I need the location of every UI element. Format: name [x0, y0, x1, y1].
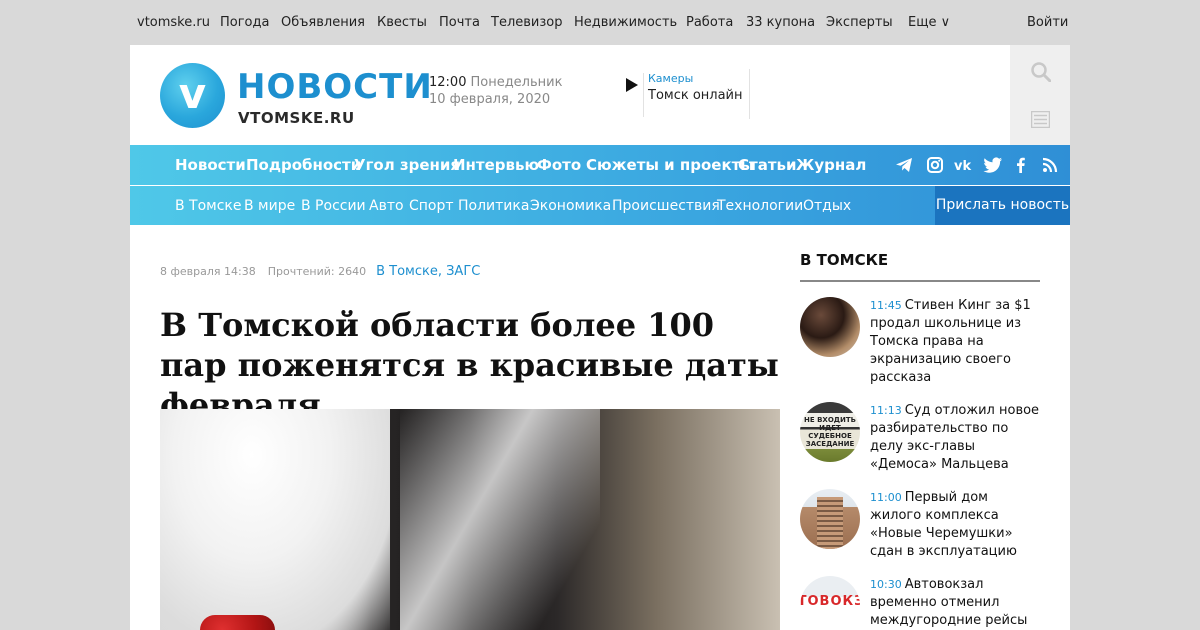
thumbnail-sign-text: НЕ ВХОДИТЬ ИДЕТ СУДЕБНОЕ ЗАСЕДАНИЕ [804, 416, 856, 448]
topbar-more-menu[interactable]: Еще ∨ [908, 15, 950, 30]
nav-item-photo[interactable]: Фото [537, 156, 581, 174]
news-thumbnail[interactable] [800, 297, 860, 357]
header-tools [1010, 45, 1070, 145]
svg-text:vk: vk [954, 159, 971, 174]
news-text[interactable]: 11:45 Стивен Кинг за $1 продал школьнице … [870, 297, 1042, 387]
cameras-label[interactable]: Камеры [648, 72, 693, 85]
news-time: 10:30 [870, 578, 902, 591]
subnav-item-leisure[interactable]: Отдых [803, 198, 851, 214]
vk-icon[interactable]: vk [953, 156, 975, 174]
current-time: 12:00 Понедельник [429, 75, 562, 90]
sub-nav: В Томске В мире В России Авто Спорт Поли… [130, 186, 1070, 225]
topbar-link-vtomske[interactable]: vtomske.ru [137, 15, 210, 30]
rss-icon[interactable] [1041, 156, 1059, 174]
topbar-link-mail[interactable]: Почта [439, 15, 480, 30]
topbar-link-ads[interactable]: Объявления [281, 15, 365, 30]
topbar-link-realty[interactable]: Недвижимость [574, 15, 677, 30]
cameras-link[interactable]: Томск онлайн [648, 88, 743, 103]
top-utility-bar: vtomske.ru Погода Объявления Квесты Почт… [0, 0, 1200, 45]
nav-item-magazine[interactable]: Журнал [796, 156, 866, 174]
nav-item-interview[interactable]: Интервью [453, 156, 539, 174]
news-thumbnail[interactable] [800, 489, 860, 549]
login-link[interactable]: Войти [1027, 15, 1068, 30]
article-hero-image [160, 409, 780, 630]
news-text[interactable]: 10:30 Автовокзал временно отменил междуго… [870, 576, 1042, 630]
instagram-icon[interactable] [926, 156, 944, 174]
topbar-link-jobs[interactable]: Работа [686, 15, 733, 30]
image-flowers [200, 615, 275, 630]
image-dress [160, 409, 390, 630]
nav-item-details[interactable]: Подробности [246, 156, 361, 174]
current-date: 10 февраля, 2020 [429, 92, 551, 107]
subnav-item-tech[interactable]: Технологии [717, 198, 803, 214]
telegram-icon[interactable] [895, 156, 913, 174]
main-nav: Новости Подробности Угол зрения Интервью… [130, 145, 1070, 185]
nav-item-news[interactable]: Новости [175, 156, 246, 174]
divider [643, 73, 644, 117]
article-title: В Томской области более 100 пар поженятс… [160, 306, 779, 424]
logo-subtitle: VTOMSKE.RU [238, 109, 355, 127]
sidebar-title[interactable]: В ТОМСКЕ [800, 251, 888, 269]
news-time: 11:13 [870, 404, 902, 417]
news-text[interactable]: 11:00 Первый дом жилого комплекса «Новые … [870, 489, 1042, 561]
search-icon[interactable] [1031, 62, 1051, 82]
logo-title[interactable]: НОВОСТИ [237, 67, 433, 107]
topbar-link-coupons[interactable]: 33 купона [746, 15, 815, 30]
send-news-button[interactable]: Прислать новость [935, 186, 1070, 225]
article-meta: 8 февраля 14:38 Прочтений: 2640 В Томске, … [160, 264, 480, 279]
topbar-link-experts[interactable]: Эксперты [826, 15, 893, 30]
nav-item-point-of-view[interactable]: Угол зрения [354, 156, 460, 174]
topbar-link-tv[interactable]: Телевизор [491, 15, 562, 30]
sidebar-divider [800, 280, 1040, 282]
divider [749, 69, 750, 119]
news-thumbnail[interactable]: ТОВОКЗ [800, 576, 860, 630]
logo-icon[interactable]: v [160, 63, 225, 128]
subnav-item-world[interactable]: В мире [244, 198, 295, 214]
article-reads: Прочтений: 2640 [267, 265, 367, 278]
time-value: 12:00 [429, 75, 467, 90]
article-date: 8 февраля 14:38 [160, 265, 256, 278]
logo-letter: v [178, 69, 207, 118]
nav-item-stories[interactable]: Сюжеты и проекты [586, 156, 754, 174]
subnav-item-politics[interactable]: Политика [458, 198, 529, 214]
subnav-item-auto[interactable]: Авто [369, 198, 404, 214]
weekday: Понедельник [470, 75, 563, 90]
subnav-item-russia[interactable]: В России [301, 198, 366, 214]
facebook-icon[interactable] [1012, 156, 1030, 174]
thumbnail-building [817, 497, 843, 549]
menu-list-icon[interactable] [1031, 111, 1050, 128]
topbar-link-quests[interactable]: Квесты [377, 15, 427, 30]
nav-item-articles[interactable]: Статьи [738, 156, 797, 174]
news-text[interactable]: 11:13 Суд отложил новое разбирательство п… [870, 402, 1042, 474]
page-container: v НОВОСТИ VTOMSKE.RU 12:00 Понедельник 10… [130, 45, 1070, 630]
twitter-icon[interactable] [983, 156, 1003, 174]
subnav-item-economy[interactable]: Экономика [530, 198, 611, 214]
subnav-item-incidents[interactable]: Происшествия [612, 198, 720, 214]
image-veil [400, 409, 600, 630]
play-icon[interactable] [626, 78, 638, 92]
news-thumbnail[interactable]: НЕ ВХОДИТЬ ИДЕТ СУДЕБНОЕ ЗАСЕДАНИЕ [800, 402, 860, 462]
topbar-link-weather[interactable]: Погода [220, 15, 269, 30]
article-category-link[interactable]: В Томске, ЗАГС [376, 264, 480, 279]
thumbnail-sign-text: ТОВОКЗ [800, 594, 860, 609]
news-time: 11:45 [870, 299, 902, 312]
subnav-item-sport[interactable]: Спорт [409, 198, 454, 214]
subnav-item-tomsk[interactable]: В Томске [175, 198, 242, 214]
news-time: 11:00 [870, 491, 902, 504]
